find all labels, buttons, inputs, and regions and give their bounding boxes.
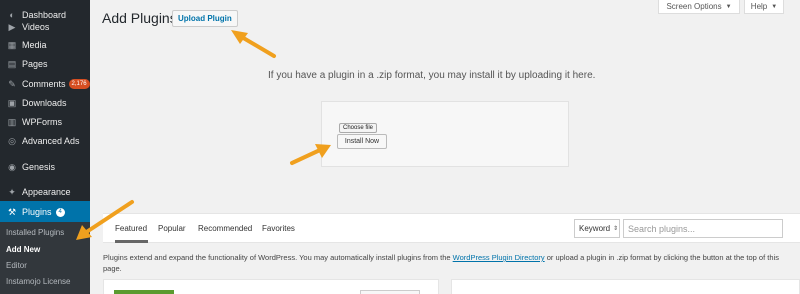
select-arrows-icon: ⇕ [613,226,619,232]
sidebar-item-advanced-ads[interactable]: ◎ Advanced Ads [0,132,90,150]
media-icon: ▦ [7,39,17,50]
choose-file-button[interactable]: Choose file [339,123,378,133]
appearance-icon: ✦ [8,186,16,197]
sidebar-item-label: Media [22,40,47,50]
description-text-start: Plugins extend and expand the functional… [103,253,453,262]
search-type-value: Keyword [579,224,611,233]
sidebar-item-label: Videos [22,22,50,32]
submenu-instamojo-license[interactable]: Instamojo License [6,277,70,286]
sidebar-item-downloads[interactable]: ▣ Downloads [0,94,90,112]
install-now-button[interactable]: Install Now [337,134,387,149]
chevron-down-icon: ▼ [725,3,732,10]
submenu-add-new[interactable]: Add New [6,245,40,254]
plugin-card [451,279,800,294]
plugin-card-action-button[interactable] [360,290,420,294]
genesis-icon: ◉ [8,161,16,172]
plugins-submenu: Installed Plugins Add New Editor Instamo… [0,222,90,294]
plugins-icon: ⚒ [7,206,17,217]
search-type-select[interactable]: Keyword ⇕ [574,219,620,238]
sidebar-item-pages[interactable]: ▤ Pages [0,55,90,73]
submenu-editor[interactable]: Editor [6,261,27,270]
sidebar-item-label: Advanced Ads [22,136,80,146]
screen-options-button[interactable]: Screen Options ▼ [658,0,740,14]
downloads-icon: ▣ [7,97,17,108]
sidebar-item-media[interactable]: ▦ Media [0,36,90,54]
current-menu-pointer [90,208,97,222]
tab-popular[interactable]: Popular [158,224,186,233]
plugins-update-badge: 4 [55,207,65,217]
admin-sidebar: ◐ Dashboard ▶ Videos ▦ Media ▤ Pages ✎ C… [0,0,90,294]
sidebar-item-wpforms[interactable]: ▥ WPForms [0,113,90,131]
sidebar-item-label: Appearance [22,187,71,197]
sidebar-item-label: Comments [22,79,66,89]
sidebar-item-label: Genesis [22,162,56,172]
sidebar-item-comments[interactable]: ✎ Comments 2,176 [0,75,90,93]
sidebar-item-appearance[interactable]: ✦ Appearance [0,183,90,201]
plugin-card-banner [114,290,174,294]
search-plugins-input[interactable] [623,219,783,238]
sidebar-item-label: WPForms [22,117,62,127]
pages-icon: ▤ [7,58,17,69]
sidebar-item-videos[interactable]: ▶ Videos [0,18,90,36]
upload-plugin-button[interactable]: Upload Plugin [172,10,238,27]
tab-featured[interactable]: Featured [115,224,147,233]
sidebar-item-plugins[interactable]: ⚒ Plugins 4 [0,201,90,223]
chevron-down-icon: ▼ [771,3,778,10]
screen-options-label: Screen Options [666,2,722,11]
video-icon: ▶ [8,21,16,32]
page-title: Add Plugins [102,10,177,26]
sidebar-item-genesis[interactable]: ◉ Genesis [0,158,90,176]
arrow-to-upload-plugin [231,30,276,58]
help-label: Help [750,2,768,11]
plugins-description: Plugins extend and expand the functional… [103,252,783,274]
comments-count-badge: 2,176 [68,79,90,89]
ads-icon: ◎ [8,135,16,146]
tab-recommended[interactable]: Recommended [198,224,252,233]
upload-help-text: If you have a plugin in a .zip format, y… [268,70,596,81]
tab-favorites[interactable]: Favorites [262,224,295,233]
help-button[interactable]: Help ▼ [744,0,784,14]
active-tab-indicator [115,240,148,243]
sidebar-item-label: Plugins [22,207,52,217]
sidebar-item-label: Pages [22,59,48,69]
sidebar-item-label: Downloads [22,98,67,108]
wpforms-icon: ▥ [7,116,17,127]
plugin-directory-link[interactable]: WordPress Plugin Directory [453,253,545,262]
submenu-installed-plugins[interactable]: Installed Plugins [6,228,64,237]
comments-icon: ✎ [8,78,16,89]
